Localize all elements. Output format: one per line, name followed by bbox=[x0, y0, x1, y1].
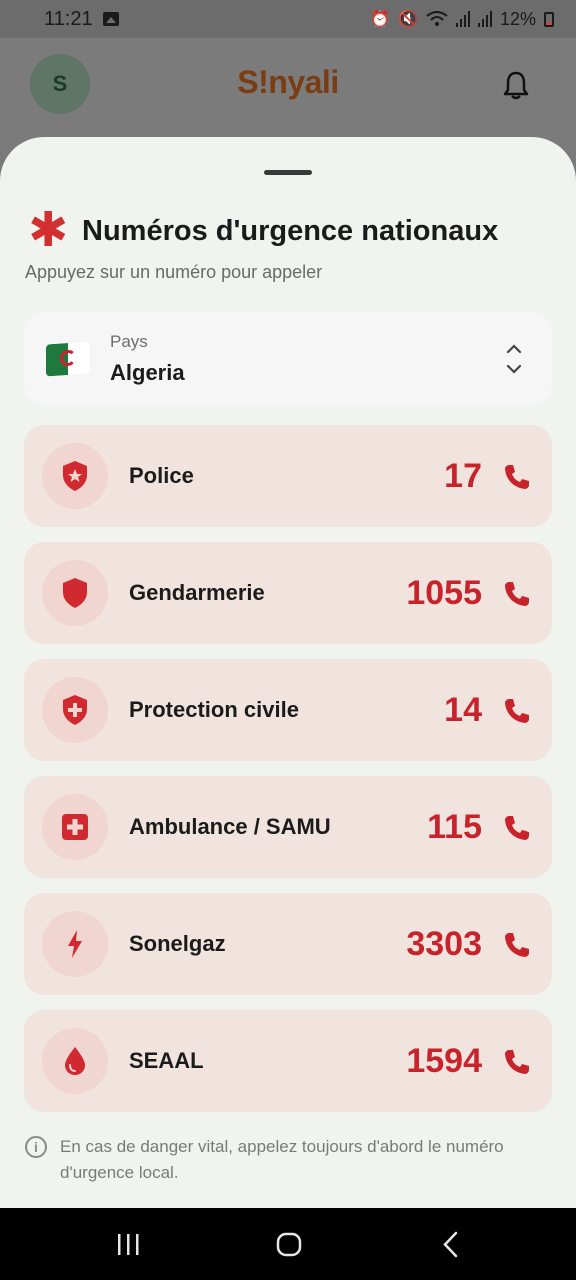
info-note: i En cas de danger vital, appelez toujou… bbox=[25, 1134, 555, 1186]
service-number: 1594 bbox=[406, 1041, 482, 1080]
service-number: 17 bbox=[444, 456, 482, 495]
phone-icon[interactable] bbox=[502, 930, 532, 960]
phone-icon[interactable] bbox=[502, 579, 532, 609]
emergency-bottom-sheet: ✱ Numéros d'urgence nationaux Appuyez su… bbox=[0, 137, 576, 1208]
phone-icon[interactable] bbox=[502, 696, 532, 726]
app-title: S!nyali bbox=[237, 64, 339, 100]
service-number: 14 bbox=[444, 690, 482, 729]
status-time: 11:21 bbox=[44, 7, 93, 30]
emergency-row-protection-civile[interactable]: Protection civile 14 bbox=[24, 659, 552, 761]
service-label: Police bbox=[129, 463, 194, 488]
info-text: En cas de danger vital, appelez toujours… bbox=[60, 1137, 504, 1182]
lightning-icon bbox=[42, 911, 108, 977]
chevron-up-down-icon bbox=[506, 344, 522, 374]
emergency-row-police[interactable]: Police 17 bbox=[24, 425, 552, 527]
phone-icon[interactable] bbox=[502, 462, 532, 492]
home-icon[interactable] bbox=[244, 1208, 334, 1280]
service-number: 115 bbox=[427, 807, 482, 846]
service-label: Gendarmerie bbox=[129, 580, 265, 605]
battery-text: 12% bbox=[499, 8, 536, 29]
signal-icon bbox=[477, 11, 492, 27]
shield-cross-icon bbox=[42, 677, 108, 743]
country-value: Algeria bbox=[110, 360, 185, 385]
service-number: 1055 bbox=[406, 573, 482, 612]
algeria-flag-icon bbox=[46, 341, 90, 377]
alarm-icon: ⏰ bbox=[370, 11, 391, 28]
emergency-list: Police 17 Gendarmerie 1055 Protection ci… bbox=[24, 425, 552, 1127]
wifi-icon bbox=[426, 11, 448, 26]
medical-cross-icon bbox=[42, 794, 108, 860]
app-header: S S!nyali bbox=[0, 38, 576, 138]
emergency-row-seaal[interactable]: SEAAL 1594 bbox=[24, 1010, 552, 1112]
emergency-row-gendarmerie[interactable]: Gendarmerie 1055 bbox=[24, 542, 552, 644]
system-nav-bar bbox=[0, 1208, 576, 1280]
sheet-title: Numéros d'urgence nationaux bbox=[82, 214, 499, 247]
service-label: Ambulance / SAMU bbox=[129, 814, 331, 839]
service-number: 3303 bbox=[406, 924, 482, 963]
country-label: Pays bbox=[110, 332, 148, 351]
sheet-header: ✱ Numéros d'urgence nationaux bbox=[28, 204, 499, 257]
bell-icon[interactable] bbox=[502, 70, 530, 100]
country-selector[interactable]: Pays Algeria bbox=[24, 312, 552, 406]
emergency-asterisk-icon: ✱ bbox=[28, 204, 69, 257]
service-label: Protection civile bbox=[129, 697, 299, 722]
shield-icon bbox=[42, 560, 108, 626]
service-label: Sonelgaz bbox=[129, 931, 226, 956]
status-bar: 11:21 ⏰ 🔇 12% bbox=[0, 0, 576, 38]
screen: 11:21 ⏰ 🔇 12% S S!nyali ✱ Numéros d'urge… bbox=[0, 0, 576, 1280]
sheet-subtitle: Appuyez sur un numéro pour appeler bbox=[25, 262, 323, 282]
info-icon: i bbox=[25, 1136, 47, 1158]
battery-icon bbox=[544, 11, 554, 27]
police-badge-icon bbox=[42, 443, 108, 509]
water-drop-icon bbox=[42, 1028, 108, 1094]
back-icon[interactable] bbox=[405, 1208, 495, 1280]
recents-icon[interactable] bbox=[83, 1208, 173, 1280]
drag-handle[interactable] bbox=[264, 170, 312, 175]
service-label: SEAAL bbox=[129, 1048, 204, 1073]
mute-icon: 🔇 bbox=[398, 11, 418, 28]
emergency-row-sonelgaz[interactable]: Sonelgaz 3303 bbox=[24, 893, 552, 995]
signal-icon bbox=[455, 11, 470, 27]
gallery-icon bbox=[102, 12, 119, 26]
status-icons: ⏰ 🔇 12% bbox=[370, 9, 554, 30]
emergency-row-ambulance[interactable]: Ambulance / SAMU 115 bbox=[24, 776, 552, 878]
phone-icon[interactable] bbox=[502, 1047, 532, 1077]
phone-icon[interactable] bbox=[502, 813, 532, 843]
